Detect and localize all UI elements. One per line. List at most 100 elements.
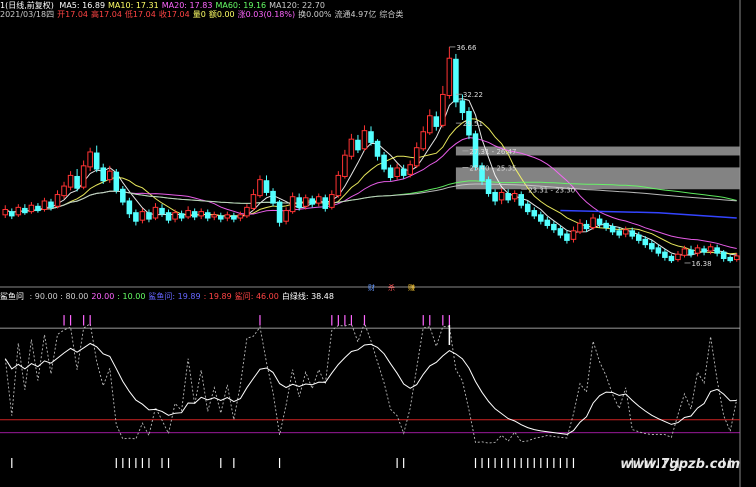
candle-body (609, 226, 616, 233)
price-annotation-2: 29.51 (463, 120, 483, 128)
candle-body (335, 174, 342, 197)
candle-body (577, 222, 583, 233)
candle-body (707, 246, 714, 252)
candle-body (263, 180, 270, 193)
candle-body (93, 152, 100, 170)
candle-body (120, 188, 126, 203)
candle-body (309, 198, 316, 205)
candle-body (394, 167, 400, 177)
candle-body (296, 197, 302, 208)
candle-body (498, 191, 505, 201)
candle-body (368, 131, 374, 143)
candle-body (649, 243, 655, 250)
candle-body (61, 185, 67, 197)
candle-body (361, 130, 368, 150)
candle-body (511, 193, 518, 200)
candle-body (231, 215, 237, 220)
candle-body (257, 179, 263, 197)
price-annotation-4: 25.40 - 25.35 (469, 164, 516, 172)
candle-body (302, 197, 309, 207)
candle-body (688, 249, 694, 255)
candle-body (15, 206, 22, 216)
candle-body (146, 212, 152, 220)
candle-body (315, 196, 322, 204)
candle-body (720, 251, 727, 259)
candle-body (2, 208, 9, 216)
candle-body (218, 215, 224, 220)
candle-body (603, 222, 609, 229)
candle-body (459, 100, 466, 114)
candle-body (237, 214, 244, 219)
candle-body (250, 194, 257, 209)
candle-body (329, 194, 335, 208)
candle-body (551, 223, 557, 231)
candle-body (74, 175, 80, 189)
candle-body (622, 229, 629, 235)
candle-body (635, 234, 642, 241)
signal-label-1: 杀 (388, 283, 395, 292)
candle-body (165, 212, 172, 221)
chart-stage: 1(日线,前复权) MA5: 16.89 MA10: 17.31 MA20: 17.… (0, 0, 756, 487)
candle-body (113, 171, 120, 191)
candle-body (727, 256, 733, 262)
candle-body (35, 205, 41, 212)
candle-body (642, 238, 649, 246)
candle-body (126, 200, 133, 215)
price-annotation-5: 23.31 - 23.30 (528, 186, 575, 194)
watermark: www.7gpzb.com (620, 457, 740, 472)
candle-body (557, 228, 564, 236)
candle-body (244, 206, 250, 217)
candle-body (590, 217, 596, 229)
candle-body (681, 248, 688, 256)
price-annotation-3: 27.31 - 26.47 (469, 148, 516, 156)
price-annotation-0: 36.66 (456, 44, 477, 52)
candle-body (433, 116, 440, 127)
candle-body (204, 212, 211, 219)
candle-body (322, 197, 329, 209)
price-annotation-1: 32.22 (463, 91, 483, 99)
candle-body (172, 212, 178, 220)
candle-body (616, 230, 622, 236)
candle-body (387, 167, 394, 179)
candle-body (492, 191, 498, 202)
candle-body (87, 151, 93, 168)
candle-body (211, 214, 218, 218)
candle-body (426, 115, 433, 134)
candle-body (629, 230, 636, 237)
fast-oscillator-line (4, 321, 738, 444)
candle-body (54, 194, 61, 207)
candle-body (505, 193, 511, 201)
candle-body (694, 247, 701, 254)
candle-body (413, 147, 420, 167)
candle-body (67, 174, 74, 188)
candle-body (80, 165, 87, 188)
candle-body (655, 247, 662, 254)
candle-body (191, 211, 198, 218)
candle-body (583, 223, 590, 230)
candle-body (531, 210, 538, 217)
candle-body (355, 139, 361, 151)
candle-body (270, 190, 276, 204)
candle-body (9, 211, 15, 217)
candle-body (544, 219, 551, 226)
candle-body (41, 200, 48, 210)
candle-body (675, 253, 681, 261)
candle-body (485, 179, 492, 195)
candle-body (342, 154, 348, 177)
candle-body (596, 218, 603, 225)
candle-body (440, 93, 446, 126)
candle-body (224, 214, 231, 219)
candle-body (133, 212, 139, 222)
candle-body (518, 194, 524, 206)
candle-body (28, 204, 35, 213)
candle-body (139, 211, 146, 221)
candle-body (668, 255, 675, 262)
candle-body (733, 255, 740, 261)
candle-body (100, 167, 107, 182)
candle-body (178, 213, 185, 219)
candle-body (446, 57, 453, 97)
signal-label-0: 财 (368, 283, 375, 292)
white-green-line (4, 342, 737, 435)
candle-body (198, 211, 204, 217)
candle-body (374, 140, 381, 157)
